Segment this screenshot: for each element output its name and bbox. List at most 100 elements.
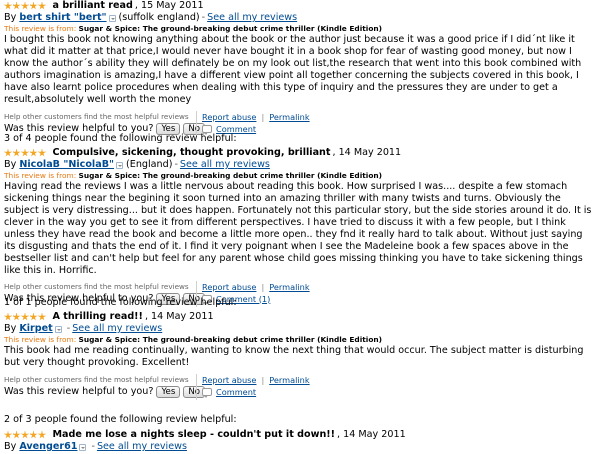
review-source-label: This review is from: <box>4 24 77 33</box>
star-icon <box>12 2 21 10</box>
star-icon <box>21 2 29 10</box>
review-date: , 14 May 2011 <box>332 147 402 158</box>
by-label: By <box>4 12 17 23</box>
reviewer-location: (England) <box>126 159 173 170</box>
reviewer-dropdown-icon[interactable] <box>108 14 116 22</box>
divider <box>196 374 197 400</box>
review-title-row: a brilliant read , 15 May 2011 <box>4 0 596 12</box>
star-icon <box>4 149 12 157</box>
permalink-link[interactable]: Permalink <box>269 375 309 386</box>
pipe-separator: | <box>261 281 265 292</box>
permalink-link[interactable]: Permalink <box>269 112 309 123</box>
review-title-row: Made me lose a nights sleep - couldn't p… <box>4 429 596 441</box>
product-name: Sugar & Spice: The ground-breaking debut… <box>78 171 383 180</box>
helpful-count: 3 of 4 people found the following review… <box>4 133 237 144</box>
review-title: Compulsive, sickening, thought provoking… <box>52 147 331 158</box>
reviewer-location: (suffolk england) <box>118 12 200 23</box>
report-abuse-link[interactable]: Report abuse <box>202 282 256 293</box>
review-title: a brilliant read <box>52 0 133 11</box>
star-icon <box>29 313 38 321</box>
see-all-reviews-link[interactable]: See all my reviews <box>207 12 297 24</box>
product-name: Sugar & Spice: The ground-breaking debut… <box>78 335 383 344</box>
review-source: This review is from: Sugar & Spice: The … <box>4 171 596 181</box>
helpful-question: Was this review helpful to you? <box>4 386 154 397</box>
report-abuse-link[interactable]: Report abuse <box>202 112 256 123</box>
review-date: , 14 May 2011 <box>337 429 406 440</box>
report-abuse-link[interactable]: Report abuse <box>202 375 256 386</box>
review-2: 3 of 4 people found the following review… <box>4 133 596 307</box>
yes-button[interactable]: Yes <box>156 386 181 398</box>
review-date: , 14 May 2011 <box>144 311 214 322</box>
separator-dash: - <box>174 159 178 170</box>
comment-icon <box>202 125 212 135</box>
star-icon <box>38 313 46 321</box>
helpful-count: 2 of 3 people found the following review… <box>4 414 237 425</box>
product-name: Sugar & Spice: The ground-breaking debut… <box>78 24 383 33</box>
review-body: I bought this book not knowing anything … <box>4 34 582 105</box>
reviewer-dropdown-icon[interactable] <box>116 161 124 169</box>
review-title-row: A thrilling read!! , 14 May 2011 <box>4 311 596 323</box>
star-icon <box>38 431 46 439</box>
reviewer-name-link[interactable]: Avenger61 <box>19 441 77 453</box>
pipe-separator: | <box>261 111 265 122</box>
review-4: 2 of 3 people found the following review… <box>4 414 596 453</box>
review-title: A thrilling read!! <box>52 311 143 322</box>
reviewer-name-link[interactable]: NicolaB "NicolaB" <box>19 159 114 171</box>
star-icon <box>4 313 12 321</box>
permalink-link[interactable]: Permalink <box>269 282 309 293</box>
star-icon <box>12 149 21 157</box>
see-all-reviews-link[interactable]: See all my reviews <box>72 323 162 335</box>
review-title-row: Compulsive, sickening, thought provoking… <box>4 147 596 159</box>
reviewer-row: By bert shirt "bert" (suffolk england) -… <box>4 12 596 24</box>
by-label: By <box>4 441 17 452</box>
by-label: By <box>4 159 17 170</box>
review-body: Having read the reviews I was a little n… <box>4 181 592 276</box>
star-icon <box>4 2 12 10</box>
reviewer-name-link[interactable]: bert shirt "bert" <box>19 12 106 24</box>
comment-link[interactable]: Comment <box>216 387 256 398</box>
helpful-count: 1 of 1 people found the following review… <box>4 297 237 308</box>
star-icon <box>38 149 46 157</box>
pipe-separator: | <box>261 374 265 385</box>
comment-icon <box>202 388 212 398</box>
star-icon <box>21 149 29 157</box>
review-source-label: This review is from: <box>4 335 77 344</box>
see-all-reviews-link[interactable]: See all my reviews <box>97 441 187 453</box>
separator-dash: - <box>91 441 95 452</box>
star-icon <box>29 431 38 439</box>
help-hint: Help other customers find the most helpf… <box>4 112 189 121</box>
see-all-reviews-link[interactable]: See all my reviews <box>180 159 270 171</box>
reviewer-dropdown-icon[interactable] <box>54 325 62 333</box>
review-title: Made me lose a nights sleep - couldn't p… <box>52 429 336 440</box>
star-icon <box>29 149 38 157</box>
star-icon <box>12 313 21 321</box>
by-label: By <box>4 323 17 334</box>
review-body: This book had me reading continually, wa… <box>4 345 584 368</box>
separator-dash: - <box>201 12 206 23</box>
star-icon <box>21 313 29 321</box>
review-source: This review is from: Sugar & Spice: The … <box>4 24 596 34</box>
separator-dash: - <box>66 323 71 334</box>
reviewer-row: By Avenger61 - See all my reviews <box>4 441 596 453</box>
star-rating <box>4 149 47 157</box>
reviewer-dropdown-icon[interactable] <box>79 443 87 451</box>
star-rating <box>4 313 47 321</box>
star-icon <box>38 2 46 10</box>
review-1: a brilliant read , 15 May 2011 By bert s… <box>4 0 596 137</box>
review-source-label: This review is from: <box>4 171 77 180</box>
star-icon <box>12 431 21 439</box>
star-icon <box>29 2 38 10</box>
helpful-vote-row: Help other customers find the most helpf… <box>4 374 596 400</box>
help-hint: Help other customers find the most helpf… <box>4 375 189 384</box>
star-icon <box>4 431 12 439</box>
review-source: This review is from: Sugar & Spice: The … <box>4 335 596 345</box>
star-rating <box>4 2 47 10</box>
help-hint: Help other customers find the most helpf… <box>4 282 189 291</box>
star-rating <box>4 431 47 439</box>
reviewer-name-link[interactable]: Kirpet <box>19 323 52 335</box>
review-3: 1 of 1 people found the following review… <box>4 297 596 400</box>
review-date: , 15 May 2011 <box>134 0 204 11</box>
reviewer-row: By Kirpet - See all my reviews <box>4 323 596 335</box>
reviewer-row: By NicolaB "NicolaB" (England) - See all… <box>4 159 596 171</box>
star-icon <box>21 431 29 439</box>
